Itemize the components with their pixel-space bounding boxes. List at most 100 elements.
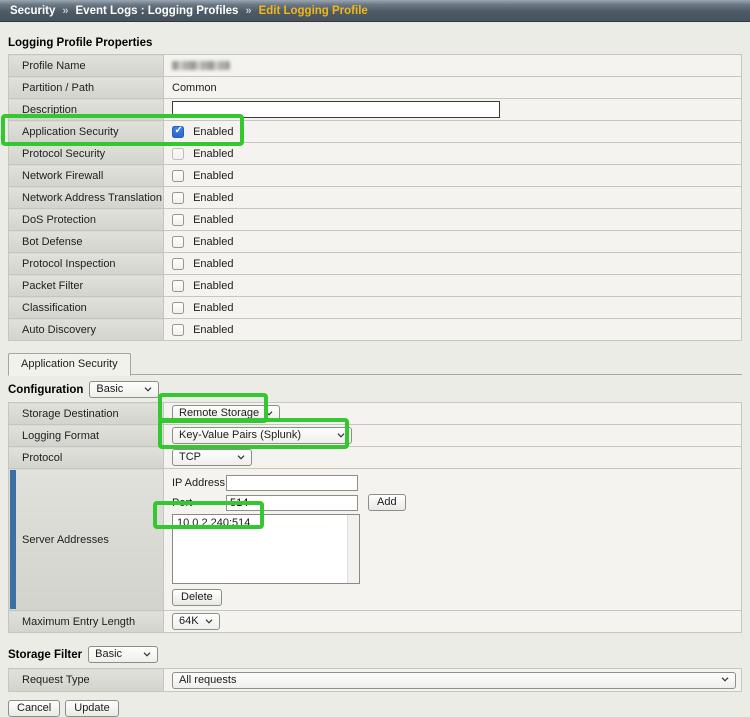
storage-filter-table: Request Type All requests bbox=[8, 668, 742, 692]
network-firewall-checkbox[interactable] bbox=[172, 170, 184, 182]
configuration-label: Configuration bbox=[8, 384, 83, 396]
table-row: Request Type All requests bbox=[9, 669, 742, 692]
request-type-label: Request Type bbox=[9, 669, 164, 692]
server-addresses-label: Server Addresses bbox=[9, 469, 164, 611]
table-row: Network Firewall Enabled bbox=[9, 165, 742, 187]
network-firewall-label: Network Firewall bbox=[9, 165, 164, 187]
chevron-down-icon bbox=[143, 652, 151, 657]
table-row: Logging Format Key-Value Pairs (Splunk) bbox=[9, 425, 742, 447]
request-type-select[interactable]: All requests bbox=[172, 672, 736, 689]
port-label: Port bbox=[172, 497, 226, 509]
table-row: Network Address Translation Enabled bbox=[9, 187, 742, 209]
tab-strip: Application Security bbox=[8, 352, 742, 375]
application-security-label: Application Security bbox=[9, 121, 164, 143]
cancel-button[interactable]: Cancel bbox=[8, 700, 60, 717]
description-input[interactable] bbox=[172, 101, 500, 118]
server-address-item[interactable]: 10.0.2.240:514 bbox=[173, 515, 359, 531]
storage-filter-level-select[interactable]: Basic bbox=[88, 646, 158, 663]
packet-filter-label: Packet Filter bbox=[9, 275, 164, 297]
chevron-down-icon bbox=[265, 411, 273, 416]
add-button[interactable]: Add bbox=[368, 494, 406, 511]
table-row: Maximum Entry Length 64K bbox=[9, 611, 742, 633]
dos-protection-checkbox[interactable] bbox=[172, 214, 184, 226]
chevron-down-icon bbox=[237, 455, 245, 460]
protocol-inspection-label: Protocol Inspection bbox=[9, 253, 164, 275]
breadcrumb-separator: » bbox=[245, 5, 251, 17]
chevron-down-icon bbox=[205, 619, 213, 624]
breadcrumb-logging-profiles[interactable]: Event Logs : Logging Profiles bbox=[76, 5, 239, 17]
enabled-label: Enabled bbox=[193, 280, 233, 292]
changed-field-indicator bbox=[10, 470, 16, 609]
network-address-translation-label: Network Address Translation bbox=[9, 187, 164, 209]
enabled-label: Enabled bbox=[193, 324, 233, 336]
maximum-entry-length-select[interactable]: 64K bbox=[172, 613, 220, 630]
partition-path-value: Common bbox=[164, 77, 742, 99]
protocol-security-label: Protocol Security bbox=[9, 143, 164, 165]
profile-name-redacted-value bbox=[172, 61, 230, 70]
breadcrumb-separator: » bbox=[62, 5, 68, 17]
chevron-down-icon bbox=[721, 677, 729, 682]
classification-checkbox[interactable] bbox=[172, 302, 184, 314]
bot-defense-label: Bot Defense bbox=[9, 231, 164, 253]
ip-address-input[interactable] bbox=[226, 475, 358, 491]
logging-profile-properties-table: Profile Name Partition / Path Common Des… bbox=[8, 54, 742, 341]
logging-format-label: Logging Format bbox=[9, 425, 164, 447]
enabled-label: Enabled bbox=[193, 126, 233, 138]
table-row: Storage Destination Remote Storage bbox=[9, 403, 742, 425]
configuration-level-select[interactable]: Basic bbox=[89, 381, 159, 398]
application-security-config-table: Storage Destination Remote Storage Loggi… bbox=[8, 402, 742, 633]
ip-address-label: IP Address bbox=[172, 477, 226, 489]
table-row: Packet Filter Enabled bbox=[9, 275, 742, 297]
page-title: Logging Profile Properties bbox=[8, 37, 742, 49]
table-row: Protocol TCP bbox=[9, 447, 742, 469]
storage-destination-select[interactable]: Remote Storage bbox=[172, 405, 280, 422]
table-row: Classification Enabled bbox=[9, 297, 742, 319]
table-row: Auto Discovery Enabled bbox=[9, 319, 742, 341]
table-row: Protocol Security Enabled bbox=[9, 143, 742, 165]
enabled-label: Enabled bbox=[193, 214, 233, 226]
table-row: Profile Name bbox=[9, 55, 742, 77]
enabled-label: Enabled bbox=[193, 148, 233, 160]
logging-format-select[interactable]: Key-Value Pairs (Splunk) bbox=[172, 427, 352, 444]
server-addresses-listbox[interactable]: 10.0.2.240:514 bbox=[172, 514, 360, 584]
breadcrumb-security[interactable]: Security bbox=[10, 5, 55, 17]
storage-destination-label: Storage Destination bbox=[9, 403, 164, 425]
delete-button[interactable]: Delete bbox=[172, 589, 222, 606]
enabled-label: Enabled bbox=[193, 236, 233, 248]
chevron-down-icon bbox=[144, 387, 152, 392]
bot-defense-checkbox[interactable] bbox=[172, 236, 184, 248]
storage-filter-label: Storage Filter bbox=[8, 649, 82, 661]
protocol-select[interactable]: TCP bbox=[172, 449, 252, 466]
enabled-label: Enabled bbox=[193, 258, 233, 270]
auto-discovery-label: Auto Discovery bbox=[9, 319, 164, 341]
description-label: Description bbox=[9, 99, 164, 121]
breadcrumb-current-page: Edit Logging Profile bbox=[259, 5, 368, 17]
protocol-inspection-checkbox[interactable] bbox=[172, 258, 184, 270]
table-row: Description bbox=[9, 99, 742, 121]
application-security-checkbox[interactable] bbox=[172, 126, 184, 138]
profile-name-label: Profile Name bbox=[9, 55, 164, 77]
table-row: Server Addresses IP Address Port Add bbox=[9, 469, 742, 611]
table-row: DoS Protection Enabled bbox=[9, 209, 742, 231]
table-row: Protocol Inspection Enabled bbox=[9, 253, 742, 275]
classification-label: Classification bbox=[9, 297, 164, 319]
table-row: Application Security Enabled bbox=[9, 121, 742, 143]
network-address-translation-checkbox[interactable] bbox=[172, 192, 184, 204]
table-row: Bot Defense Enabled bbox=[9, 231, 742, 253]
enabled-label: Enabled bbox=[193, 302, 233, 314]
tab-application-security[interactable]: Application Security bbox=[8, 353, 131, 376]
protocol-label: Protocol bbox=[9, 447, 164, 469]
enabled-label: Enabled bbox=[193, 192, 233, 204]
breadcrumb: Security » Event Logs : Logging Profiles… bbox=[0, 0, 750, 22]
edit-logging-profile-page: Security » Event Logs : Logging Profiles… bbox=[0, 0, 750, 706]
dos-protection-label: DoS Protection bbox=[9, 209, 164, 231]
update-button[interactable]: Update bbox=[65, 700, 118, 717]
auto-discovery-checkbox[interactable] bbox=[172, 324, 184, 336]
maximum-entry-length-label: Maximum Entry Length bbox=[9, 611, 164, 633]
table-row: Partition / Path Common bbox=[9, 77, 742, 99]
chevron-down-icon bbox=[337, 433, 345, 438]
port-input[interactable] bbox=[226, 495, 358, 511]
packet-filter-checkbox[interactable] bbox=[172, 280, 184, 292]
partition-path-label: Partition / Path bbox=[9, 77, 164, 99]
protocol-security-checkbox[interactable] bbox=[172, 148, 184, 160]
